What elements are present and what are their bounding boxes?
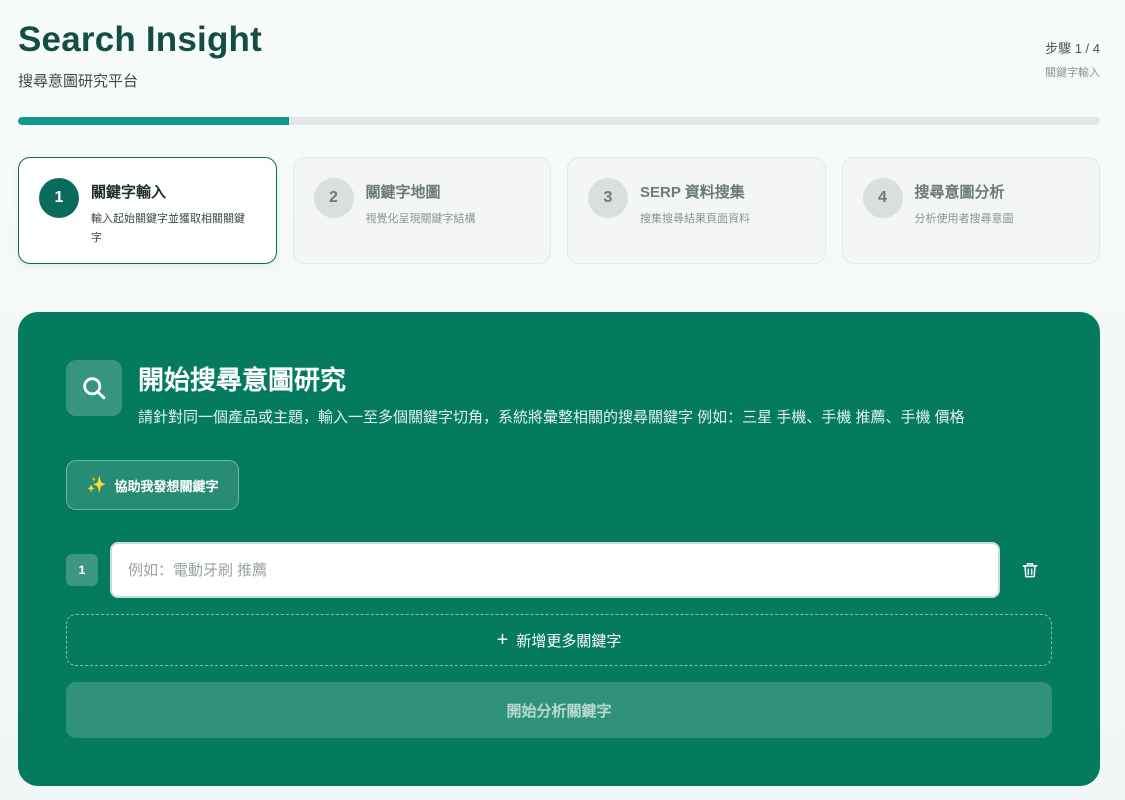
app-title: Search Insight [18,20,262,59]
step-number: 2 [313,178,354,218]
step-desc: 搜集搜尋結果頁面資料 [640,213,750,225]
page-header: Search Insight 搜尋意圖研究平台 步驟 1 / 4 關鍵字輸入 [18,20,1100,100]
step-indicator: 步驟 1 / 4 關鍵字輸入 [1045,38,1100,80]
brainstorm-label: 協助我發想關鍵字 [114,478,219,494]
keyword-row: 1 [66,542,1052,598]
progress-bar [18,117,1100,125]
step-number: 3 [588,178,628,218]
start-analysis-button[interactable]: 開始分析關鍵字 [66,682,1052,738]
sparkles-icon: ✨ [86,477,107,494]
add-keyword-button[interactable]: + 新增更多關鍵字 [66,614,1052,666]
progress-fill [18,117,289,125]
step-desc: 視覺化呈現關鍵字結構 [365,213,476,225]
step-title: SERP 資料搜集 [640,184,745,201]
step-count: 步驟 1 / 4 [1045,41,1100,56]
step-title: 搜尋意圖分析 [914,184,1005,201]
step-card-serp-collection[interactable]: 3 SERP 資料搜集 搜集搜尋結果頁面資料 [567,157,826,264]
keyword-index: 1 [66,554,98,586]
add-keyword-label: 新增更多關鍵字 [516,632,622,650]
trash-icon[interactable] [1016,556,1044,584]
step-card-keyword-map[interactable]: 2 關鍵字地圖 視覺化呈現關鍵字結構 [292,157,551,264]
step-desc: 分析使用者搜尋意圖 [914,213,1014,225]
panel-description: 請針對同一個產品或主題，輸入一至多個關鍵字切角，系統將彙整相關的搜尋關鍵字 例如… [138,409,965,426]
brainstorm-keywords-button[interactable]: ✨ 協助我發想關鍵字 [66,460,239,510]
plus-icon: + [496,629,509,651]
panel-title: 開始搜尋意圖研究 [138,365,347,395]
step-list: 1 關鍵字輸入 輸入起始關鍵字並獲取相關關鍵字 2 關鍵字地圖 視覺化呈現關鍵字… [18,157,1100,264]
step-desc: 輸入起始關鍵字並獲取相關關鍵字 [91,213,245,244]
step-card-keyword-input[interactable]: 1 關鍵字輸入 輸入起始關鍵字並獲取相關關鍵字 [18,157,277,264]
app-subtitle: 搜尋意圖研究平台 [18,73,139,90]
keyword-input[interactable] [110,542,1000,598]
step-number: 4 [862,178,903,218]
step-title: 關鍵字輸入 [91,184,167,201]
step-number: 1 [39,178,79,218]
search-icon [66,360,122,416]
research-panel: 開始搜尋意圖研究 請針對同一個產品或主題，輸入一至多個關鍵字切角，系統將彙整相關… [18,312,1100,786]
step-card-intent-analysis[interactable]: 4 搜尋意圖分析 分析使用者搜尋意圖 [841,157,1100,264]
start-analysis-label: 開始分析關鍵字 [506,702,612,720]
step-name: 關鍵字輸入 [1045,67,1100,79]
step-title: 關鍵字地圖 [365,184,441,201]
